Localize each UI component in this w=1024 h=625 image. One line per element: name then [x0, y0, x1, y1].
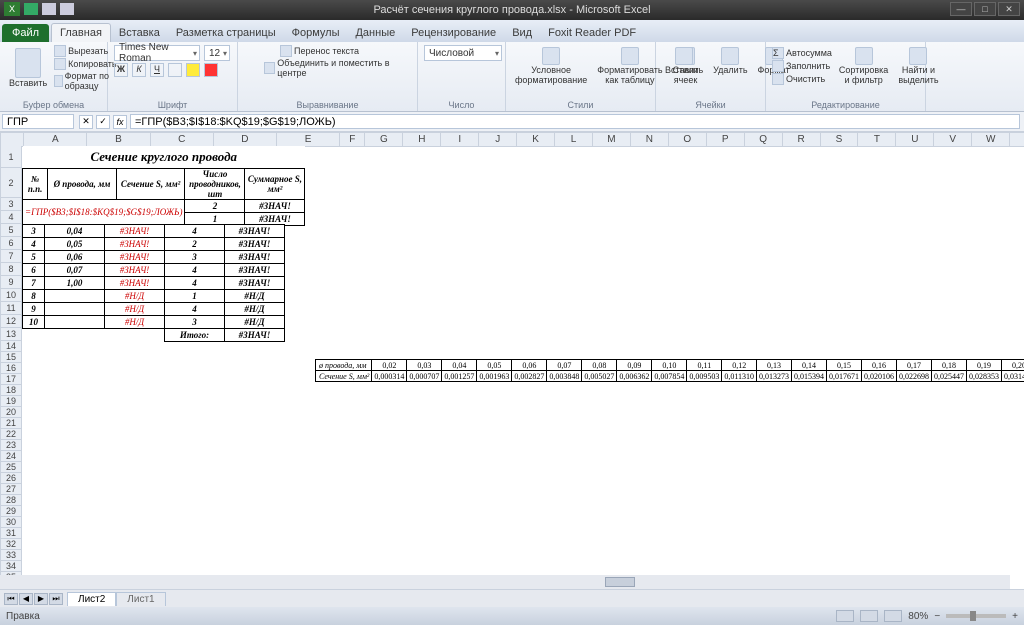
maximize-button[interactable]: □ [974, 2, 996, 16]
tab-nav-first[interactable]: ⏮ [4, 593, 18, 605]
group-number: Числовой Число [418, 42, 506, 111]
group-align: Перенос текста Объединить и поместить в … [238, 42, 418, 111]
table-icon [621, 47, 639, 65]
name-box[interactable]: ГПР [2, 114, 74, 129]
tab-nav-prev[interactable]: ◀ [19, 593, 33, 605]
quick-access[interactable] [24, 3, 74, 15]
merge-icon [264, 62, 275, 74]
font-size-combo[interactable]: 12 [204, 45, 230, 61]
ribbon: Вставить Вырезать Копировать Формат по о… [0, 42, 1024, 112]
zoom-slider[interactable] [946, 614, 1006, 618]
sort-icon [855, 47, 873, 65]
sheet-tab-1[interactable]: Лист1 [116, 592, 165, 606]
bold-button[interactable]: Ж [114, 63, 128, 77]
paste-button[interactable]: Вставить [6, 46, 50, 91]
fx-button[interactable]: fx [113, 115, 127, 129]
row-headers[interactable]: 1234567891011121314151617181920212223242… [0, 146, 22, 589]
table1-title: Сечение круглого провода [23, 146, 305, 168]
horizontal-scrollbar[interactable] [0, 575, 1010, 589]
sort-filter-button[interactable]: Сортировка и фильтр [836, 45, 891, 88]
group-clipboard: Вставить Вырезать Копировать Формат по о… [0, 42, 108, 111]
tab-insert[interactable]: Вставка [111, 24, 168, 42]
table-lookup: ø провода, мм0,020,030,040,050,060,070,0… [315, 359, 1024, 382]
scrollbar-thumb[interactable] [605, 577, 635, 587]
insert-icon [675, 47, 693, 65]
number-format-combo[interactable]: Числовой [424, 45, 502, 61]
view-normal-button[interactable] [836, 610, 854, 622]
group-editing: ΣАвтосумма Заполнить Очистить Сортировка… [766, 42, 926, 111]
eraser-icon [772, 73, 784, 85]
enter-formula-button[interactable]: ✓ [96, 115, 110, 129]
group-styles: Условное форматирование Форматировать ка… [506, 42, 656, 111]
font-color-button[interactable] [204, 63, 218, 77]
tab-review[interactable]: Рецензирование [403, 24, 504, 42]
sheet-tab-0[interactable]: Лист2 [67, 592, 116, 606]
file-tab[interactable]: Файл [2, 24, 49, 42]
tab-foxit[interactable]: Foxit Reader PDF [540, 24, 644, 42]
zoom-in-button[interactable]: + [1012, 611, 1018, 622]
cond-format-button[interactable]: Условное форматирование [512, 45, 590, 88]
status-mode: Правка [6, 611, 40, 622]
table1-body: 30,04#ЗНАЧ!4#ЗНАЧ!40,05#ЗНАЧ!2#ЗНАЧ!50,0… [22, 224, 285, 342]
wrap-text-button[interactable]: Перенос текста [280, 45, 359, 57]
clear-button[interactable]: Очистить [772, 73, 832, 85]
zoom-value: 80% [908, 611, 928, 622]
fill-icon [772, 60, 784, 72]
worksheet[interactable]: ABCDEFGHIJKLMNOPQRSTUVWXYZAAAB 123456789… [0, 132, 1024, 589]
autosum-button[interactable]: ΣАвтосумма [772, 47, 832, 59]
cells-area[interactable]: Сечение круглого провода № п.п. Ø провод… [22, 146, 1024, 589]
redo-icon[interactable] [60, 3, 74, 15]
status-bar: Правка 80% − + [0, 607, 1024, 625]
sigma-icon: Σ [772, 47, 784, 59]
format-table-button[interactable]: Форматировать как таблицу [594, 45, 665, 88]
tab-view[interactable]: Вид [504, 24, 540, 42]
formula-input[interactable]: =ГПР($B3;$I$18:$KQ$19;$G$19;ЛОЖЬ) [130, 114, 1020, 129]
ribbon-tabs: Файл Главная Вставка Разметка страницы Ф… [0, 20, 1024, 42]
tab-home[interactable]: Главная [51, 23, 111, 42]
italic-button[interactable]: К [132, 63, 146, 77]
border-button[interactable] [168, 63, 182, 77]
merge-center-button[interactable]: Объединить и поместить в центре [264, 58, 411, 78]
sheet-tab-bar: ⏮ ◀ ▶ ⏭ Лист2 Лист1 [0, 589, 1024, 607]
paste-icon [15, 48, 41, 78]
tab-nav-next[interactable]: ▶ [34, 593, 48, 605]
fill-color-button[interactable] [186, 63, 200, 77]
underline-button[interactable]: Ч [150, 63, 164, 77]
binoculars-icon [909, 47, 927, 65]
formula-bar: ГПР ✕ ✓ fx =ГПР($B3;$I$18:$KQ$19;$G$19;Л… [0, 112, 1024, 132]
insert-cells-button[interactable]: Вставить [662, 45, 706, 78]
group-cells: Вставить Удалить Формат Ячейки [656, 42, 766, 111]
active-cell[interactable]: =ГПР($B3;$I$18:$KQ$19;$G$19;ЛОЖЬ) [23, 199, 185, 225]
excel-icon: X [4, 2, 20, 16]
column-headers[interactable]: ABCDEFGHIJKLMNOPQRSTUVWXYZAAAB [0, 132, 1024, 147]
brush-icon [54, 75, 62, 87]
zoom-out-button[interactable]: − [934, 611, 940, 622]
find-select-button[interactable]: Найти и выделить [895, 45, 941, 88]
delete-icon [721, 47, 739, 65]
view-break-button[interactable] [884, 610, 902, 622]
table-wire-section: Сечение круглого провода № п.п. Ø провод… [22, 146, 305, 226]
title-bar: X Расчёт сечения круглого провода.xlsx -… [0, 0, 1024, 20]
font-name-combo[interactable]: Times New Roman [114, 45, 200, 61]
delete-cells-button[interactable]: Удалить [710, 45, 750, 78]
tab-layout[interactable]: Разметка страницы [168, 24, 284, 42]
view-layout-button[interactable] [860, 610, 878, 622]
save-icon[interactable] [24, 3, 38, 15]
wrap-icon [280, 45, 292, 57]
tab-nav-last[interactable]: ⏭ [49, 593, 63, 605]
cond-format-icon [542, 47, 560, 65]
cancel-formula-button[interactable]: ✕ [79, 115, 93, 129]
fill-button[interactable]: Заполнить [772, 60, 832, 72]
copy-icon [54, 58, 66, 70]
close-button[interactable]: ✕ [998, 2, 1020, 16]
tab-formulas[interactable]: Формулы [284, 24, 348, 42]
group-font: Times New Roman 12 Ж К Ч Шрифт [108, 42, 238, 111]
undo-icon[interactable] [42, 3, 56, 15]
window-title: Расчёт сечения круглого провода.xlsx - M… [373, 4, 650, 16]
tab-data[interactable]: Данные [347, 24, 403, 42]
scissors-icon [54, 45, 66, 57]
minimize-button[interactable]: — [950, 2, 972, 16]
